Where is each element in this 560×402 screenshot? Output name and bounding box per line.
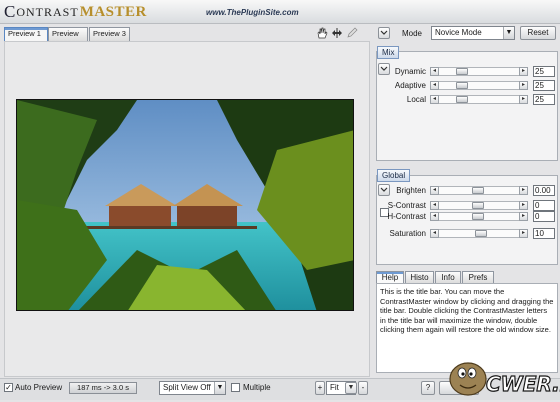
brighten-value[interactable]: 0.00 — [533, 185, 555, 196]
mode-label: Mode — [401, 29, 422, 38]
watermark-text: CWER.RU — [486, 372, 560, 396]
plus-icon: + — [317, 383, 323, 392]
minus-icon: - — [361, 383, 365, 392]
dynamic-slider[interactable]: ◂ ▸ — [430, 67, 528, 76]
chevron-down-icon: ▼ — [347, 384, 355, 391]
slider-left-arrow-icon[interactable]: ◂ — [430, 201, 439, 210]
chevron-down-icon — [380, 30, 388, 35]
slider-left-arrow-icon[interactable]: ◂ — [430, 81, 439, 90]
panel-collapse-button[interactable] — [378, 27, 390, 39]
tab-help[interactable]: Help — [376, 271, 404, 283]
h-contrast-label: H-Contrast — [387, 212, 426, 221]
local-slider[interactable]: ◂ ▸ — [430, 95, 528, 104]
tab-histo[interactable]: Histo — [405, 271, 434, 283]
mix-group-title: Mix — [377, 46, 400, 59]
s-contrast-label: S-Contrast — [387, 201, 426, 210]
auto-preview-checkbox[interactable]: ✓ — [4, 383, 13, 392]
brighten-slider[interactable]: ◂ ▸ — [430, 186, 528, 195]
slider-right-arrow-icon[interactable]: ▸ — [519, 229, 528, 238]
slider-right-arrow-icon[interactable]: ▸ — [519, 186, 528, 195]
slider-right-arrow-icon[interactable]: ▸ — [519, 81, 528, 90]
hand-icon[interactable] — [316, 27, 328, 39]
h-contrast-slider[interactable]: ◂ ▸ — [430, 212, 528, 221]
auto-preview-label: Auto Preview — [15, 383, 63, 392]
site-url[interactable]: www.ThePluginSite.com — [206, 8, 299, 17]
tab-preview-3[interactable]: Preview 3 — [89, 27, 130, 41]
adaptive-slider[interactable]: ◂ ▸ — [430, 81, 528, 90]
mode-select-value: Novice Mode — [435, 28, 482, 37]
logo-word-master: MASTER — [79, 3, 147, 20]
slider-right-arrow-icon[interactable]: ▸ — [519, 67, 528, 76]
h-contrast-value[interactable]: 0 — [533, 211, 555, 222]
split-view-value: Split View Off — [163, 383, 211, 392]
zoom-dropdown-button[interactable]: ▼ — [345, 382, 357, 394]
zoom-out-button[interactable]: - — [358, 381, 368, 395]
slider-thumb[interactable] — [456, 96, 468, 103]
saturation-label: Saturation — [389, 229, 426, 238]
tab-info[interactable]: Info — [435, 271, 461, 283]
slider-left-arrow-icon[interactable]: ◂ — [430, 186, 439, 195]
logo-letter: C — [4, 2, 16, 21]
local-value[interactable]: 25 — [533, 94, 555, 105]
saturation-slider[interactable]: ◂ ▸ — [430, 229, 528, 238]
tab-prefs[interactable]: Prefs — [462, 271, 494, 283]
dynamic-label: Dynamic — [394, 67, 426, 76]
logo-word-contrast: ONTRAST — [16, 4, 79, 19]
tab-preview-1[interactable]: Preview 1 — [4, 27, 48, 41]
s-contrast-value[interactable]: 0 — [533, 200, 555, 211]
mode-select[interactable]: Novice Mode ▼ — [431, 26, 515, 40]
zoom-value: Fit — [330, 383, 339, 392]
slider-thumb[interactable] — [472, 213, 484, 220]
slider-thumb[interactable] — [456, 68, 468, 75]
help-button[interactable]: ? — [421, 381, 435, 395]
slider-right-arrow-icon[interactable]: ▸ — [519, 212, 528, 221]
slider-left-arrow-icon[interactable]: ◂ — [430, 212, 439, 221]
checkmark-icon: ✓ — [5, 383, 12, 392]
title-bar[interactable]: C ONTRAST MASTER www.ThePluginSite.com — [0, 0, 560, 24]
slider-left-arrow-icon[interactable]: ◂ — [430, 67, 439, 76]
global-group-title: Global — [377, 169, 411, 182]
slider-left-arrow-icon[interactable]: ◂ — [430, 229, 439, 238]
zoom-in-button[interactable]: + — [315, 381, 325, 395]
resort-photo — [17, 100, 353, 310]
app-logo[interactable]: C ONTRAST MASTER — [4, 2, 147, 21]
adaptive-label: Adaptive — [394, 81, 426, 90]
dynamic-value[interactable]: 25 — [533, 66, 555, 77]
preview-image[interactable] — [16, 99, 354, 311]
local-label: Local — [406, 95, 426, 104]
slider-right-arrow-icon[interactable]: ▸ — [519, 95, 528, 104]
pencil-icon[interactable] — [346, 27, 358, 39]
move-icon[interactable] — [331, 27, 343, 39]
slider-thumb[interactable] — [472, 187, 484, 194]
slider-right-arrow-icon[interactable]: ▸ — [519, 201, 528, 210]
multiple-checkbox[interactable] — [231, 383, 240, 392]
reset-button[interactable]: Reset — [520, 26, 556, 40]
multiple-label: Multiple — [243, 383, 271, 392]
brighten-label: Brighten — [396, 186, 426, 195]
chevron-down-icon: ▼ — [503, 27, 514, 39]
split-view-select[interactable]: Split View Off ▼ — [159, 381, 226, 395]
slider-thumb[interactable] — [456, 82, 468, 89]
s-contrast-slider[interactable]: ◂ ▸ — [430, 201, 528, 210]
render-timing: 187 ms -> 3.0 s — [69, 382, 137, 394]
adaptive-value[interactable]: 25 — [533, 80, 555, 91]
tab-preview-2[interactable]: Preview 2 — [48, 27, 88, 50]
chevron-down-icon: ▼ — [214, 382, 225, 394]
watermark-logo: CWER.RU — [442, 355, 560, 400]
slider-thumb[interactable] — [475, 230, 488, 237]
slider-thumb[interactable] — [472, 202, 484, 209]
slider-left-arrow-icon[interactable]: ◂ — [430, 95, 439, 104]
saturation-value[interactable]: 10 — [533, 228, 555, 239]
